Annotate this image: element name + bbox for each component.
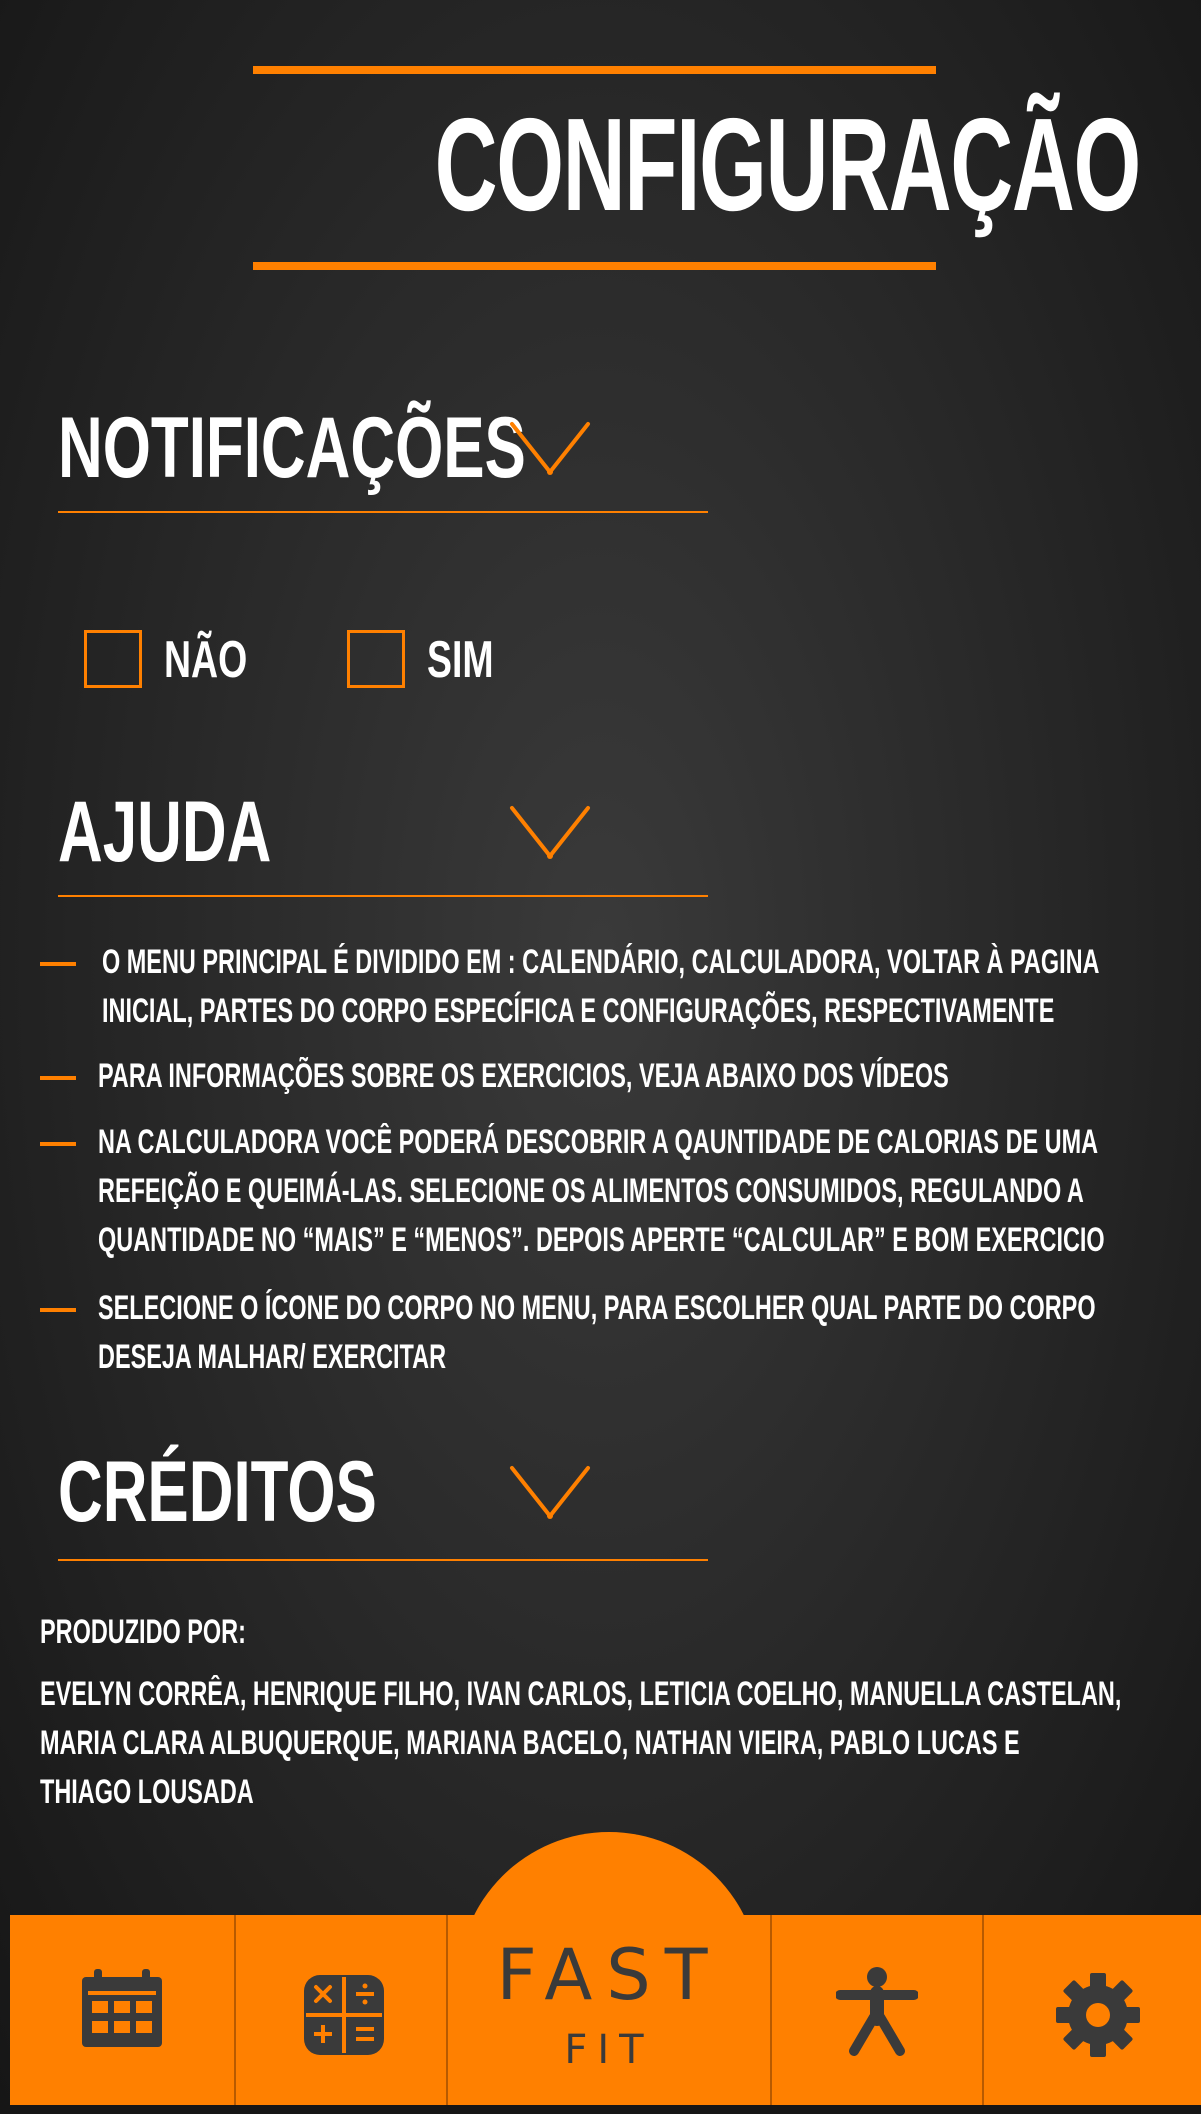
bullet-dash <box>40 962 76 966</box>
chevron-down-icon[interactable] <box>508 802 592 862</box>
bullet-dash <box>40 1076 76 1080</box>
checkbox-nao[interactable] <box>84 630 142 688</box>
help-item-text: NA CALCULADORA VOCÊ PODERÁ DESCOBRIR A Q… <box>98 1118 1174 1265</box>
nav-divider <box>770 1915 772 2105</box>
chevron-down-icon[interactable] <box>508 1462 592 1522</box>
checkbox-sim-label: SIM <box>427 631 494 689</box>
nav-divider <box>446 1915 448 2105</box>
help-line: DESEJA MALHAR/ EXERCITAR <box>98 1338 447 1376</box>
credits-names: EVELYN CORRÊA, HENRIQUE FILHO, IVAN CARL… <box>40 1670 1144 1817</box>
help-line: O MENU PRINCIPAL É DIVIDIDO EM : CALENDÁ… <box>102 943 1100 981</box>
notifications-heading: NOTIFICAÇÕES <box>58 400 526 496</box>
credits-line: EVELYN CORRÊA, HENRIQUE FILHO, IVAN CARL… <box>40 1675 1122 1713</box>
help-divider <box>58 895 708 897</box>
credits-line: MARIA CLARA ALBUQUERQUE, MARIANA BACELO,… <box>40 1724 1020 1762</box>
help-line: REFEIÇÃO E QUEIMÁ-LAS. SELECIONE OS ALIM… <box>98 1172 1084 1210</box>
help-heading: AJUDA <box>58 784 272 880</box>
help-item: SELECIONE O ÍCONE DO CORPO NO MENU, PARA… <box>40 1284 1160 1384</box>
produced-by-text: PRODUZIDO POR: <box>40 1613 246 1651</box>
brand-logo-fit[interactable]: FIT <box>458 2028 760 2072</box>
calendar-icon <box>82 1969 162 2047</box>
help-item: PARA INFORMAÇÕES SOBRE OS EXERCICIOS, VE… <box>40 1052 1160 1102</box>
bottom-edge <box>0 2105 1201 2114</box>
notifications-section-header[interactable]: NOTIFICAÇÕES <box>58 398 708 518</box>
produced-by-label: PRODUZIDO POR: <box>40 1608 1144 1657</box>
body-icon <box>836 1967 918 2056</box>
help-section-header[interactable]: AJUDA <box>58 782 708 902</box>
bullet-dash <box>40 1142 76 1146</box>
page-title: CONFIGURAÇÃO <box>434 91 1142 238</box>
nav-body-button[interactable] <box>772 1915 982 2105</box>
help-item: NA CALCULADORA VOCÊ PODERÁ DESCOBRIR A Q… <box>40 1118 1160 1268</box>
gear-icon <box>1056 1973 1140 2057</box>
chevron-down-icon[interactable] <box>508 418 592 478</box>
brand-logo-fast[interactable]: FAST <box>458 1935 760 2015</box>
nav-divider <box>982 1915 984 2105</box>
nav-divider <box>234 1915 236 2105</box>
help-item-text: O MENU PRINCIPAL É DIVIDIDO EM : CALENDÁ… <box>102 938 1178 1036</box>
nav-settings-button[interactable] <box>984 1915 1201 2105</box>
credits-heading: CRÉDITOS <box>58 1444 377 1540</box>
help-line: INICIAL, PARTES DO CORPO ESPECÍFICA E CO… <box>102 992 1055 1030</box>
credits-line: THIAGO LOUSADA <box>40 1773 254 1811</box>
title-top-rule <box>253 66 936 74</box>
checkbox-sim[interactable] <box>347 630 405 688</box>
help-item-text: SELECIONE O ÍCONE DO CORPO NO MENU, PARA… <box>98 1284 1174 1382</box>
help-line: NA CALCULADORA VOCÊ PODERÁ DESCOBRIR A Q… <box>98 1123 1099 1161</box>
checkbox-nao-label: NÃO <box>164 631 248 689</box>
notifications-divider <box>58 511 708 513</box>
notifications-option-sim[interactable]: SIM <box>347 628 507 692</box>
title-bottom-rule <box>253 262 936 270</box>
help-item: O MENU PRINCIPAL É DIVIDIDO EM : CALENDÁ… <box>40 938 1160 1038</box>
credits-section-header[interactable]: CRÉDITOS <box>58 1442 708 1562</box>
help-item-text: PARA INFORMAÇÕES SOBRE OS EXERCICIOS, VE… <box>98 1052 1174 1101</box>
credits-divider <box>58 1559 708 1561</box>
nav-calendar-button[interactable] <box>10 1915 234 2105</box>
settings-screen: CONFIGURAÇÃO NOTIFICAÇÕES NÃO SIM AJUDA … <box>0 0 1201 2114</box>
help-line: SELECIONE O ÍCONE DO CORPO NO MENU, PARA… <box>98 1289 1096 1327</box>
calculator-icon <box>304 1975 384 2055</box>
help-line: QUANTIDADE NO “MAIS” E “MENOS”. DEPOIS A… <box>98 1221 1105 1259</box>
help-line: PARA INFORMAÇÕES SOBRE OS EXERCICIOS, VE… <box>98 1057 949 1095</box>
nav-calculator-button[interactable] <box>236 1915 446 2105</box>
bullet-dash <box>40 1308 76 1312</box>
notifications-option-nao[interactable]: NÃO <box>84 628 264 692</box>
